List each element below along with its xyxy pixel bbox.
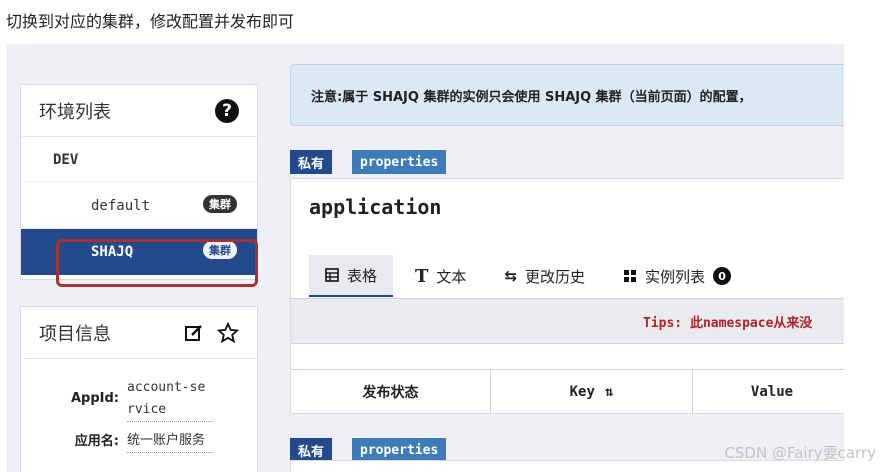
tab-label: 实例列表	[645, 267, 706, 286]
column-header-key[interactable]: Key ⇅	[491, 370, 693, 413]
project-field-appname: 应用名: 统一账户服务	[21, 430, 257, 453]
tab-table[interactable]: 表格	[309, 255, 394, 297]
project-field-appid: AppId: account-service	[21, 377, 257, 422]
sort-icon[interactable]: ⇅	[605, 384, 613, 400]
field-value: account-service	[127, 377, 213, 422]
apollo-config-page: 环境列表 ? DEV default 集群 SHAJQ 集群 项目信息 AppI…	[6, 44, 844, 472]
cluster-badge: 集群	[203, 241, 237, 259]
config-table-header: 发布状态 Key ⇅ Value	[291, 369, 844, 413]
history-icon: ⇆	[504, 267, 518, 285]
question-circle-icon[interactable]: ?	[215, 98, 239, 123]
tips-message: Tips: 此namespace从来没	[291, 298, 844, 344]
text-icon: T	[415, 265, 429, 287]
tab-label: 文本	[436, 267, 467, 286]
project-panel-title: 项目信息	[39, 323, 111, 345]
cluster-item-default[interactable]: default 集群	[21, 183, 257, 229]
cluster-notice: 注意:属于 SHAJQ 集群的实例只会使用 SHAJQ 集群（当前页面）的配置，	[290, 64, 844, 126]
tab-text[interactable]: T 文本	[399, 255, 482, 297]
private-tag: 私有	[290, 438, 333, 462]
edit-icon[interactable]	[183, 322, 205, 344]
table-icon	[325, 268, 339, 282]
namespace-card: application 表格 T 文本 ⇆ 更改历史 实例列表 0 Tips: …	[290, 178, 844, 414]
env-item-label: DEV	[53, 151, 79, 168]
namespace-tabs: 表格 T 文本 ⇆ 更改历史 实例列表 0	[309, 255, 753, 297]
star-icon[interactable]	[217, 321, 239, 344]
field-label: 应用名:	[74, 434, 119, 449]
env-item-dev[interactable]: DEV	[21, 137, 257, 183]
format-tag: properties	[352, 150, 447, 174]
cluster-item-label: default	[91, 197, 151, 214]
instances-icon	[623, 269, 637, 283]
column-header-value[interactable]: Value	[693, 370, 844, 413]
environment-list-panel: 环境列表 ? DEV default 集群 SHAJQ 集群	[20, 84, 258, 280]
tab-instances[interactable]: 实例列表 0	[607, 255, 747, 297]
env-panel-title: 环境列表	[39, 101, 111, 123]
cluster-item-label: SHAJQ	[91, 244, 134, 260]
format-tag: properties	[352, 438, 447, 462]
instance-count-badge: 0	[713, 267, 732, 285]
field-value: 统一账户服务	[127, 430, 213, 453]
project-info-panel: 项目信息 AppId: account-service 应用名: 统一账户服务	[20, 306, 258, 472]
cluster-badge: 集群	[203, 195, 237, 213]
private-tag: 私有	[290, 150, 333, 174]
cluster-item-shajq[interactable]: SHAJQ 集群	[21, 229, 257, 275]
namespace-name: application	[309, 195, 442, 219]
tab-label: 表格	[347, 266, 378, 285]
watermark: CSDN @Fairy要carry	[724, 444, 876, 462]
column-header-status[interactable]: 发布状态	[291, 370, 491, 413]
tab-label: 更改历史	[525, 267, 586, 286]
field-label: AppId:	[70, 391, 119, 406]
project-panel-header: 项目信息	[21, 307, 257, 359]
page-caption: 切换到对应的集群，修改配置并发布即可	[6, 12, 295, 31]
tab-history[interactable]: ⇆ 更改历史	[488, 255, 601, 297]
env-panel-header: 环境列表 ?	[21, 85, 257, 137]
